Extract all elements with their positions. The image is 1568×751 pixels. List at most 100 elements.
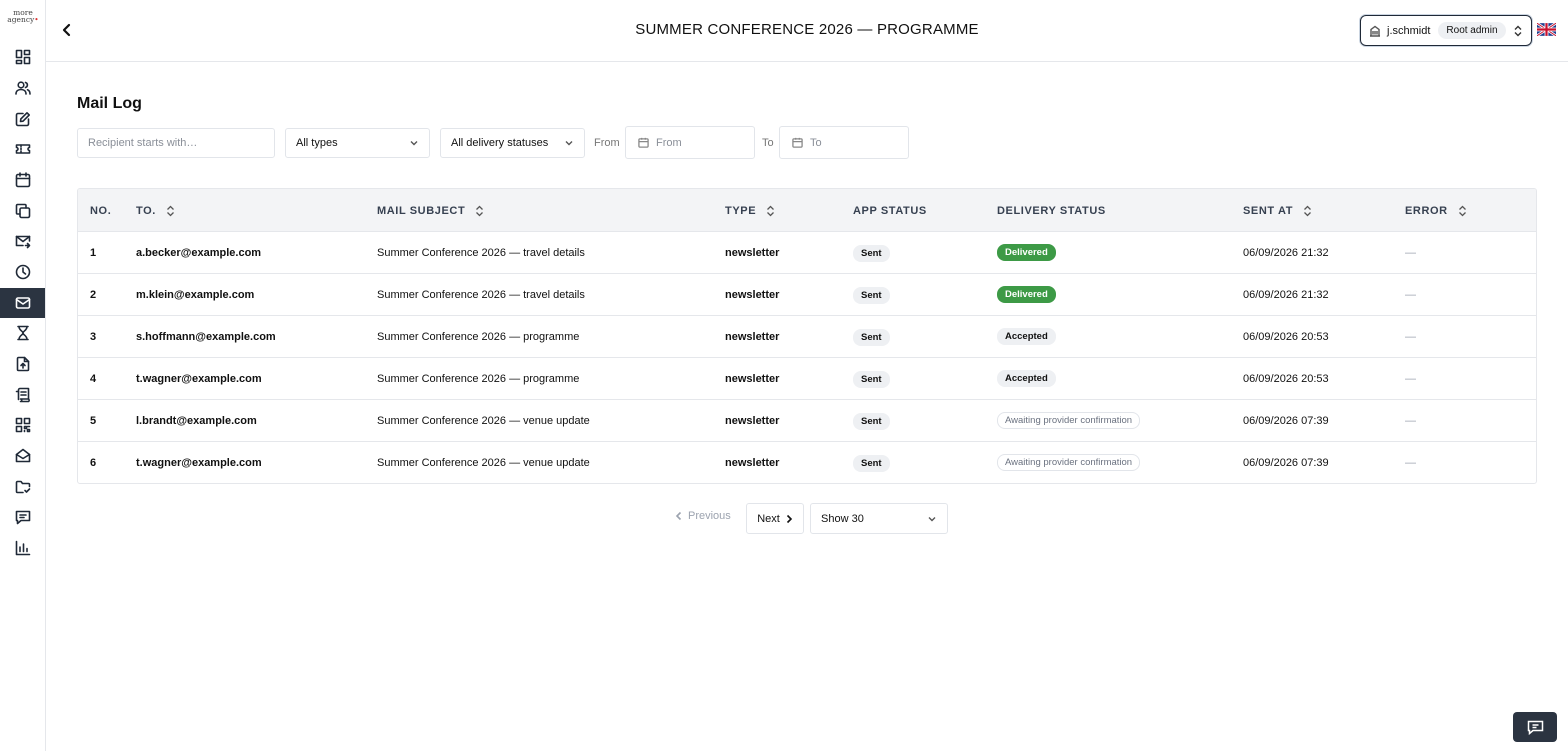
col-app-status: APP STATUS [853,205,927,217]
table-row[interactable]: 4 t.wagner@example.com Summer Conference 2… [78,358,1536,400]
calendar-icon [792,137,803,148]
sidebar-item-files[interactable] [0,349,45,379]
page-size-select[interactable]: Show 30 [810,503,948,534]
col-sent-at[interactable]: SENT AT [1243,205,1312,217]
table-row[interactable]: 5 l.brandt@example.com Summer Conference 2… [78,400,1536,442]
col-to[interactable]: TO. [136,205,175,217]
top-header: SUMMER CONFERENCE 2026 — PROGRAMME j.sch… [46,0,1568,62]
col-subject[interactable]: MAIL SUBJECT [377,205,484,217]
sort-icon[interactable] [1458,205,1467,217]
sidebar-item-messages[interactable] [0,502,45,532]
sidebar-item-mail-log[interactable] [0,288,45,318]
recipient-input[interactable] [88,137,264,149]
type-select[interactable]: All types [285,128,430,158]
sidebar-item-tickets[interactable] [0,134,45,164]
cell-recipient: m.klein@example.com [136,289,255,301]
previous-page-button[interactable]: Previous [675,510,731,522]
col-to-label: TO. [136,205,156,217]
sidebar-item-folders[interactable] [0,472,45,502]
table-row[interactable]: 1 a.becker@example.com Summer Conference 2… [78,232,1536,274]
sidebar-item-queue[interactable] [0,318,45,348]
sidebar-item-edit[interactable] [0,104,45,134]
previous-label: Previous [688,510,731,522]
cell-recipient: a.becker@example.com [136,247,262,259]
to-date-placeholder: To [810,136,822,149]
sidebar-item-qr[interactable] [0,410,45,440]
sidebar-item-dashboard[interactable] [0,42,45,72]
page-size-value: Show 30 [821,512,864,525]
delivery-status-badge: Awaiting provider confirmation [997,412,1141,429]
cell-no: 2 [90,289,97,301]
qr-code-icon [15,417,30,433]
sort-icon[interactable] [766,205,775,217]
cell-error: — [1405,415,1416,427]
brand-logo: more agency• [5,9,41,29]
type-select-value: All types [296,137,338,149]
sidebar-item-users[interactable] [0,73,45,103]
building-icon [1370,25,1380,37]
to-date-input[interactable]: To [779,126,909,159]
col-subject-label: MAIL SUBJECT [377,205,466,217]
col-type[interactable]: TYPE [725,205,775,217]
cell-no: 3 [90,331,97,343]
users-icon [14,81,31,95]
delivery-status-badge: Awaiting provider confirmation [997,454,1141,471]
sidebar-item-history[interactable] [0,257,45,287]
cell-type: newsletter [725,415,780,427]
chevron-right-icon [786,514,792,523]
account-switcher[interactable]: j.schmidt Root admin [1360,15,1532,46]
sidebar-item-analytics[interactable] [0,533,45,563]
cell-recipient: s.hoffmann@example.com [136,331,276,343]
cell-no: 4 [90,373,97,385]
bar-chart-icon [15,540,30,556]
sidebar: more agency• [0,0,46,751]
chevron-up-down-icon [1514,25,1522,36]
sidebar-item-scroll[interactable] [0,380,45,410]
hourglass-icon [16,325,29,341]
recipient-filter[interactable] [77,128,275,158]
col-error[interactable]: ERROR [1405,205,1467,217]
cell-error: — [1405,331,1416,343]
delivery-status-badge: Accepted [997,370,1056,387]
sort-icon[interactable] [1303,205,1312,217]
cell-recipient: t.wagner@example.com [136,457,262,469]
mail-icon [15,297,30,309]
scroll-icon [15,387,30,403]
table-row[interactable]: 6 t.wagner@example.com Summer Conference 2… [78,442,1536,483]
cell-subject: Summer Conference 2026 — venue update [377,457,590,469]
from-date-placeholder: From [656,136,682,149]
copy-icon [15,203,30,219]
cell-type: newsletter [725,457,780,469]
sort-icon[interactable] [475,205,484,217]
sidebar-item-calendar[interactable] [0,165,45,195]
uk-flag-icon[interactable] [1537,23,1556,36]
logo-line-2: agency [7,15,35,24]
chat-icon [1527,720,1543,735]
col-delivery-status: DELIVERY STATUS [997,205,1106,217]
feedback-chat-button[interactable] [1513,712,1557,742]
next-page-button[interactable]: Next [746,503,804,534]
cell-no: 5 [90,415,97,427]
sidebar-item-copy[interactable] [0,196,45,226]
delivery-status-select[interactable]: All delivery statuses [440,128,585,158]
message-icon [15,510,30,525]
cell-error: — [1405,247,1416,259]
table-row[interactable]: 2 m.klein@example.com Summer Conference 20… [78,274,1536,316]
cell-sent-at: 06/09/2026 20:53 [1243,373,1329,385]
next-label: Next [757,512,780,525]
col-delivery-status-label: DELIVERY STATUS [997,205,1106,217]
from-date-input[interactable]: From [625,126,755,159]
sort-icon[interactable] [166,205,175,217]
table-body: 1 a.becker@example.com Summer Conference 2… [78,232,1536,483]
sidebar-item-inbox[interactable] [0,441,45,471]
sidebar-item-mail-send[interactable] [0,226,45,256]
col-sent-at-label: SENT AT [1243,205,1294,217]
clock-icon [15,264,30,280]
col-type-label: TYPE [725,205,757,217]
delivery-status-badge: Accepted [997,328,1056,345]
chevron-left-icon [675,511,682,521]
cell-subject: Summer Conference 2026 — programme [377,331,580,343]
ticket-icon [15,144,30,154]
cell-type: newsletter [725,289,780,301]
table-row[interactable]: 3 s.hoffmann@example.com Summer Conference… [78,316,1536,358]
